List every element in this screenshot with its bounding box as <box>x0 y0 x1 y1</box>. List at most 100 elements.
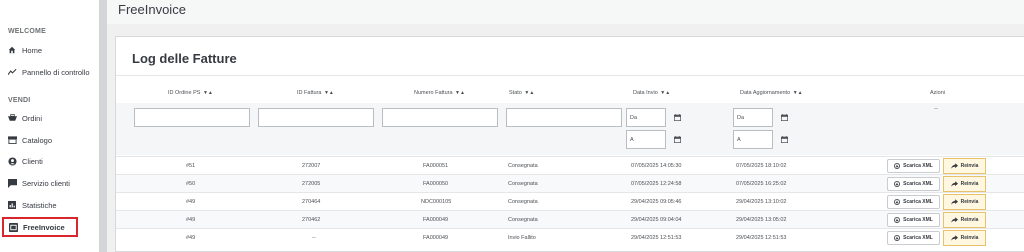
sidebar-item-label: Ordini <box>22 113 43 123</box>
sort-icon[interactable]: ▼▲ <box>524 90 534 96</box>
sort-icon[interactable]: ▼▲ <box>660 90 670 96</box>
cell-status: Consegnata <box>508 217 538 223</box>
sidebar: WELCOME Home Pannello di controllo VENDI… <box>0 0 99 252</box>
panel-title: Log delle Fatture <box>132 51 237 66</box>
chat-icon <box>6 178 18 188</box>
cell-sent-date: 07/05/2025 14:05:30 <box>631 163 682 169</box>
cell-order-id: #51 <box>186 163 196 169</box>
cell-updated-date: 07/05/2025 16:25:02 <box>736 181 787 187</box>
panel-divider <box>116 75 1024 76</box>
invoice-number-filter-input[interactable] <box>382 108 498 127</box>
download-icon <box>894 199 901 205</box>
cell-sent-date: 29/04/2025 09:05:46 <box>631 199 682 205</box>
cell-sent-date: 07/05/2025 12:24:58 <box>631 181 682 187</box>
sidebar-item-catalog[interactable]: Catalogo <box>6 131 52 149</box>
sort-icon[interactable]: ▼▲ <box>324 90 334 96</box>
cell-order-id: #50 <box>186 181 196 187</box>
column-header-order-id[interactable]: ID Ordine PS ▼▲ <box>168 90 213 96</box>
calendar-icon[interactable] <box>669 130 685 148</box>
download-xml-button[interactable]: Scarica XML <box>887 195 940 209</box>
sidebar-item-label: Statistiche <box>22 200 57 210</box>
table-row: #49 270462 FA000049 Consegnata 29/04/202… <box>116 210 1024 228</box>
sidebar-item-customer-service[interactable]: Servizio clienti <box>6 174 70 192</box>
cell-updated-date: 29/04/2025 12:51:53 <box>736 235 787 241</box>
sort-icon[interactable]: ▼▲ <box>455 90 465 96</box>
share-arrow-icon <box>950 181 958 187</box>
download-icon <box>894 163 901 169</box>
table-row: #50 272005 FA000050 Consegnata 07/05/202… <box>116 174 1024 192</box>
sidebar-section-welcome: WELCOME <box>8 28 46 35</box>
cell-invoice-id: 270462 <box>302 217 321 223</box>
column-header-actions: Azioni <box>930 90 945 96</box>
cell-order-id: #49 <box>186 199 196 205</box>
download-icon <box>894 235 901 241</box>
cell-status: Consegnata <box>508 181 538 187</box>
updated-date-from-input[interactable]: Da <box>733 108 773 127</box>
calendar-icon[interactable] <box>776 108 792 126</box>
table-row: #51 272007 FA000051 Consegnata 07/05/202… <box>116 156 1024 174</box>
download-xml-button[interactable]: Scarica XML <box>887 177 940 191</box>
sidebar-item-home[interactable]: Home <box>6 41 42 59</box>
share-arrow-icon <box>950 235 958 241</box>
updated-date-to-input[interactable]: A <box>733 130 773 149</box>
resend-button[interactable]: Reinvia <box>943 212 986 228</box>
home-icon <box>6 46 18 54</box>
resend-button[interactable]: Reinvia <box>943 194 986 210</box>
sent-date-to-input[interactable]: A <box>626 130 666 149</box>
download-xml-button[interactable]: Scarica XML <box>887 213 940 227</box>
download-xml-button[interactable]: Scarica XML <box>887 231 940 245</box>
cell-invoice-number: NDC000105 <box>421 199 452 205</box>
cell-invoice-id: -- <box>312 235 316 241</box>
sidebar-item-statistics[interactable]: Statistiche <box>6 196 57 214</box>
order-id-filter-input[interactable] <box>134 108 250 127</box>
cell-invoice-number: FA000050 <box>423 181 449 187</box>
sidebar-item-label: Catalogo <box>22 135 53 145</box>
cell-invoice-number: FA000051 <box>423 163 449 169</box>
cart-icon <box>6 114 18 122</box>
sent-date-from-input[interactable]: Da <box>626 108 666 127</box>
column-header-updated-date[interactable]: Data Aggiornamento ▼▲ <box>740 90 803 96</box>
cell-invoice-number: FA000049 <box>423 235 449 241</box>
download-xml-button[interactable]: Scarica XML <box>887 159 940 173</box>
calendar-icon[interactable] <box>669 108 685 126</box>
resend-button[interactable]: Reinvia <box>943 230 986 246</box>
cell-updated-date: 29/04/2025 13:05:02 <box>736 217 787 223</box>
trend-icon <box>6 68 18 76</box>
cell-status: Consegnata <box>508 199 538 205</box>
invoice-id-filter-input[interactable] <box>258 108 374 127</box>
cell-invoice-id: 272005 <box>302 181 321 187</box>
actions-filter-placeholder: -- <box>934 106 938 112</box>
share-arrow-icon <box>950 163 958 169</box>
cell-invoice-id: 272007 <box>302 163 321 169</box>
column-header-sent-date[interactable]: Data Invio ▼▲ <box>633 90 670 96</box>
resend-button[interactable]: Reinvia <box>943 158 986 174</box>
sort-icon[interactable]: ▼▲ <box>203 90 213 96</box>
column-header-invoice-number[interactable]: Numero Fattura ▼▲ <box>414 90 465 96</box>
sidebar-item-orders[interactable]: Ordini <box>6 109 42 127</box>
invoice-log-panel: Log delle Fatture ID Ordine PS ▼▲ ID Fat… <box>115 36 1024 252</box>
sidebar-item-freeinvoice[interactable]: FreeInvoice <box>2 217 78 237</box>
share-arrow-icon <box>950 199 958 205</box>
sidebar-scroll-rail <box>99 0 107 252</box>
resend-button[interactable]: Reinvia <box>943 176 986 192</box>
table-row: #49 -- FA000049 Invio Fallito 29/04/2025… <box>116 228 1024 246</box>
filter-row: Da A Da A -- <box>116 103 1024 155</box>
download-icon <box>894 217 901 223</box>
column-header-invoice-id[interactable]: ID Fattura ▼▲ <box>297 90 334 96</box>
sidebar-item-customers[interactable]: Clienti <box>6 152 43 170</box>
page-title: FreeInvoice <box>118 2 186 17</box>
sort-icon[interactable]: ▼▲ <box>793 90 803 96</box>
cell-sent-date: 29/04/2025 12:51:53 <box>631 235 682 241</box>
cell-invoice-id: 270464 <box>302 199 321 205</box>
sidebar-item-label: Servizio clienti <box>22 178 70 188</box>
user-circle-icon <box>6 156 18 166</box>
share-arrow-icon <box>950 217 958 223</box>
calendar-icon[interactable] <box>776 130 792 148</box>
column-header-status[interactable]: Stato ▼▲ <box>509 90 534 96</box>
sidebar-item-label: Clienti <box>22 156 43 166</box>
cell-order-id: #49 <box>186 217 196 223</box>
sidebar-item-label: Pannello di controllo <box>22 67 90 77</box>
status-filter-input[interactable] <box>506 108 622 127</box>
sidebar-item-dashboard[interactable]: Pannello di controllo <box>6 63 90 81</box>
chart-icon <box>6 201 18 209</box>
